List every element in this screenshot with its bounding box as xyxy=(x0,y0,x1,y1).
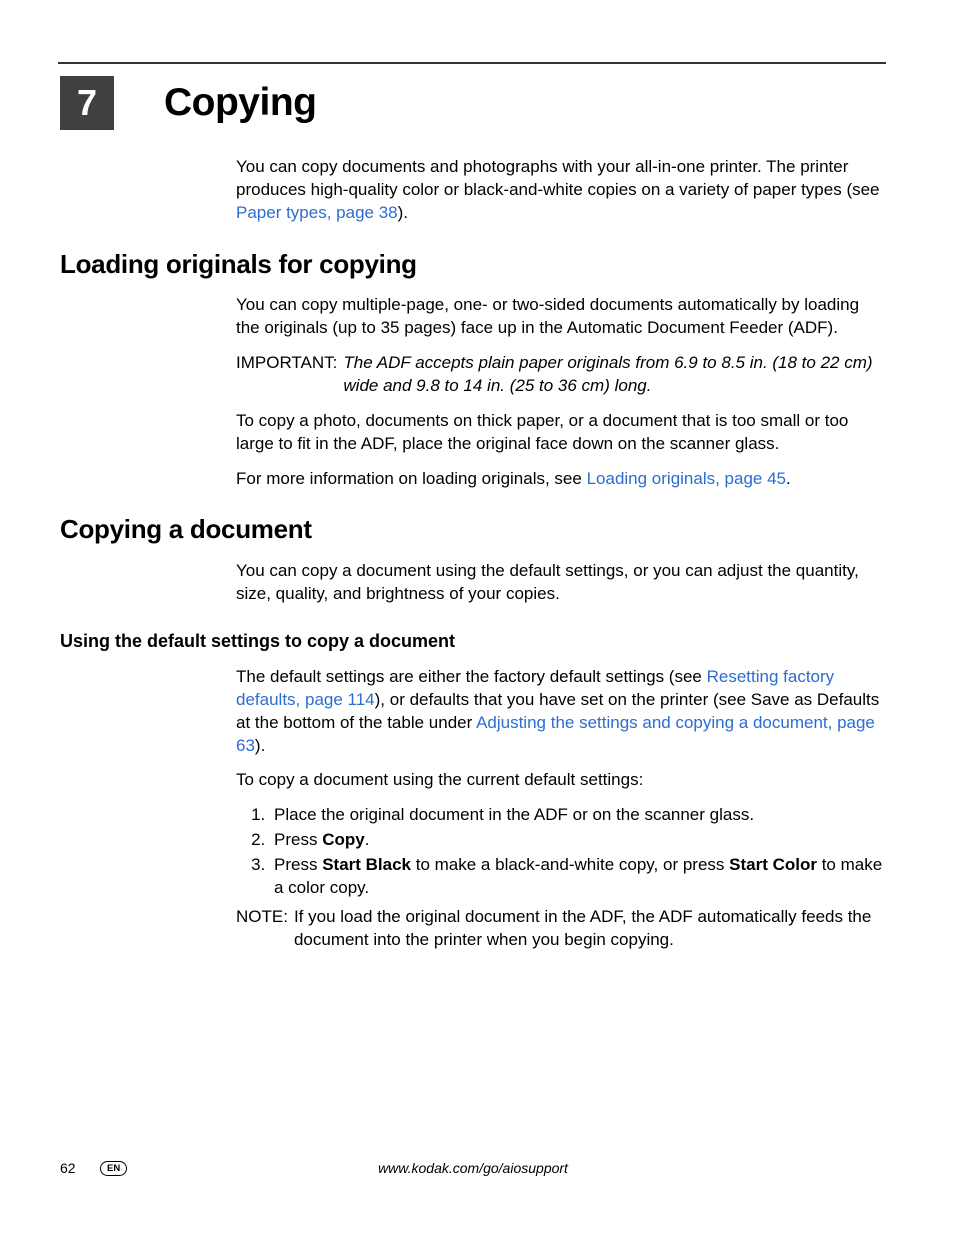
loading-p3: For more information on loading original… xyxy=(236,468,884,491)
chapter-header: 7 Copying xyxy=(60,76,886,130)
step-1: Place the original document in the ADF o… xyxy=(270,804,884,827)
defaults-p2: To copy a document using the current def… xyxy=(236,769,884,792)
button-name-start-color: Start Color xyxy=(729,855,817,874)
text: to make a black-and-white copy, or press xyxy=(411,855,729,874)
intro-paragraph: You can copy documents and photographs w… xyxy=(236,156,884,225)
loading-p1: You can copy multiple-page, one- or two-… xyxy=(236,294,884,340)
chapter-number-badge: 7 xyxy=(60,76,114,130)
text: Press xyxy=(274,830,322,849)
top-rule xyxy=(58,62,886,64)
text: . xyxy=(365,830,370,849)
step-3: Press Start Black to make a black-and-wh… xyxy=(270,854,884,900)
loading-block: You can copy multiple-page, one- or two-… xyxy=(236,294,884,491)
important-note: IMPORTANT: The ADF accepts plain paper o… xyxy=(236,352,884,398)
heading-loading-originals: Loading originals for copying xyxy=(60,247,886,282)
button-name-copy: Copy xyxy=(322,830,365,849)
note-label: NOTE: xyxy=(236,906,288,952)
link-paper-types[interactable]: Paper types, page 38 xyxy=(236,203,398,222)
note-text: If you load the original document in the… xyxy=(294,906,884,952)
defaults-block: The default settings are either the fact… xyxy=(236,666,884,952)
important-label: IMPORTANT: xyxy=(236,352,337,398)
heading-copying-document: Copying a document xyxy=(60,512,886,547)
text: . xyxy=(786,469,791,488)
text: Press xyxy=(274,855,322,874)
heading-default-settings: Using the default settings to copy a doc… xyxy=(60,629,886,653)
copying-block: You can copy a document using the defaul… xyxy=(236,560,884,606)
text: ). xyxy=(255,736,265,755)
chapter-title: Copying xyxy=(164,77,316,130)
link-loading-originals[interactable]: Loading originals, page 45 xyxy=(587,469,786,488)
step-2: Press Copy. xyxy=(270,829,884,852)
intro-block: You can copy documents and photographs w… xyxy=(236,156,884,225)
loading-p2: To copy a photo, documents on thick pape… xyxy=(236,410,884,456)
note: NOTE: If you load the original document … xyxy=(236,906,884,952)
document-page: 7 Copying You can copy documents and pho… xyxy=(0,0,954,1235)
defaults-p1: The default settings are either the fact… xyxy=(236,666,884,758)
text: You can copy documents and photographs w… xyxy=(236,157,880,199)
text: The default settings are either the fact… xyxy=(236,667,707,686)
steps-list: Place the original document in the ADF o… xyxy=(236,804,884,900)
page-footer: 62 EN www.kodak.com/go/aiosupport xyxy=(60,1159,886,1178)
text: For more information on loading original… xyxy=(236,469,587,488)
footer-url: www.kodak.com/go/aiosupport xyxy=(60,1159,886,1178)
text: ). xyxy=(398,203,408,222)
copying-p1: You can copy a document using the defaul… xyxy=(236,560,884,606)
important-text: The ADF accepts plain paper originals fr… xyxy=(343,352,884,398)
button-name-start-black: Start Black xyxy=(322,855,411,874)
